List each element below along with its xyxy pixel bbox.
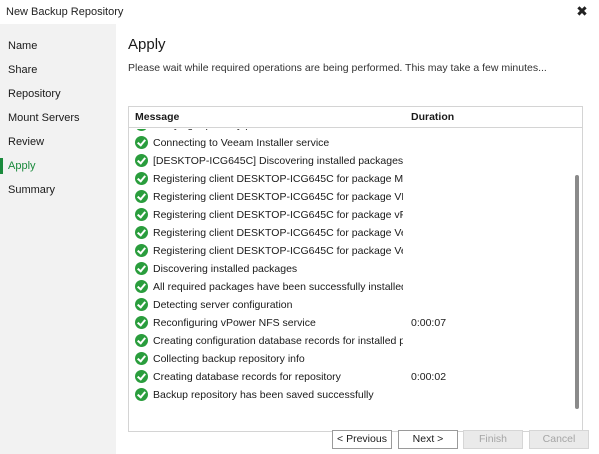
table-row[interactable]: Creating configuration database records … (129, 332, 572, 350)
success-check-icon (135, 244, 148, 257)
success-check-icon (135, 388, 148, 401)
success-check-icon (135, 136, 148, 149)
step-share[interactable]: Share (0, 59, 116, 81)
column-header-message[interactable]: Message (135, 107, 179, 128)
row-message: Detecting server configuration (153, 299, 293, 311)
row-message: Reconfiguring vPower NFS service (153, 317, 316, 329)
row-duration: 0:00:07 (411, 317, 447, 329)
row-message: Creating database records for repository (153, 371, 341, 383)
table-row[interactable]: Registering client DESKTOP-ICG645C for p… (129, 170, 572, 188)
table-body: Verifying repository path...Connecting t… (129, 129, 572, 431)
table-row[interactable]: Registering client DESKTOP-ICG645C for p… (129, 242, 572, 260)
table-row[interactable]: Collecting backup repository info (129, 350, 572, 368)
step-summary[interactable]: Summary (0, 179, 116, 201)
success-check-icon (135, 262, 148, 275)
row-message: Registering client DESKTOP-ICG645C for p… (153, 191, 403, 203)
row-message: Connecting to Veeam Installer service (153, 137, 330, 149)
step-repository[interactable]: Repository (0, 83, 116, 105)
row-message: [DESKTOP-ICG645C] Discovering installed … (153, 155, 403, 167)
success-check-icon (135, 280, 148, 293)
wizard-steps-sidebar: Name Share Repository Mount Servers Revi… (0, 24, 116, 454)
success-check-icon (135, 370, 148, 383)
page-title: Apply (128, 36, 166, 53)
table-row[interactable]: Registering client DESKTOP-ICG645C for p… (129, 224, 572, 242)
progress-log-table: Message Duration Verifying repository pa… (128, 106, 583, 432)
table-row[interactable]: [DESKTOP-ICG645C] Discovering installed … (129, 152, 572, 170)
success-check-icon (135, 316, 148, 329)
table-rows: Verifying repository path...Connecting t… (129, 129, 572, 404)
table-row[interactable]: Connecting to Veeam Installer service (129, 134, 572, 152)
row-message: Registering client DESKTOP-ICG645C for p… (153, 209, 403, 221)
table-row[interactable]: Discovering installed packages (129, 260, 572, 278)
step-apply[interactable]: Apply (0, 155, 116, 177)
row-message: Registering client DESKTOP-ICG645C for p… (153, 245, 403, 257)
success-check-icon (135, 190, 148, 203)
row-message: Discovering installed packages (153, 263, 298, 275)
row-message: Backup repository has been saved success… (153, 389, 374, 401)
scrollbar-thumb[interactable] (575, 175, 579, 409)
previous-button[interactable]: < Previous (332, 430, 392, 449)
success-check-icon (135, 226, 148, 239)
table-row[interactable]: Creating database records for repository… (129, 368, 572, 386)
close-icon[interactable]: ✖ (574, 3, 590, 19)
row-message: Registering client DESKTOP-ICG645C for p… (153, 173, 403, 185)
window-title: New Backup Repository (6, 6, 124, 18)
step-name[interactable]: Name (0, 35, 116, 57)
row-message: Creating configuration database records … (153, 335, 403, 347)
step-mount-servers[interactable]: Mount Servers (0, 107, 116, 129)
column-header-duration[interactable]: Duration (411, 107, 454, 128)
next-button[interactable]: Next > (398, 430, 458, 449)
row-duration: 0:00:02 (411, 371, 447, 383)
success-check-icon (135, 298, 148, 311)
main-panel: Apply Please wait while required operati… (116, 24, 599, 454)
row-message: Collecting backup repository info (153, 353, 305, 365)
cancel-button[interactable]: Cancel (529, 430, 589, 449)
table-row[interactable]: Detecting server configuration (129, 296, 572, 314)
table-row[interactable]: Registering client DESKTOP-ICG645C for p… (129, 206, 572, 224)
success-check-icon (135, 208, 148, 221)
step-review[interactable]: Review (0, 131, 116, 153)
success-check-icon (135, 334, 148, 347)
table-row[interactable]: All required packages have been successf… (129, 278, 572, 296)
success-check-icon (135, 172, 148, 185)
table-row[interactable]: Registering client DESKTOP-ICG645C for p… (129, 188, 572, 206)
vertical-scrollbar[interactable] (572, 129, 582, 431)
table-row[interactable]: Backup repository has been saved success… (129, 386, 572, 404)
success-check-icon (135, 352, 148, 365)
table-row[interactable]: Reconfiguring vPower NFS service 0:00:07 (129, 314, 572, 332)
success-check-icon (135, 129, 148, 131)
row-message: Registering client DESKTOP-ICG645C for p… (153, 227, 403, 239)
success-check-icon (135, 154, 148, 167)
finish-button[interactable]: Finish (463, 430, 523, 449)
row-message: All required packages have been successf… (153, 281, 403, 293)
page-subtitle: Please wait while required operations ar… (128, 62, 547, 74)
title-bar: New Backup Repository ✖ (0, 0, 599, 24)
table-header: Message Duration (129, 107, 582, 128)
